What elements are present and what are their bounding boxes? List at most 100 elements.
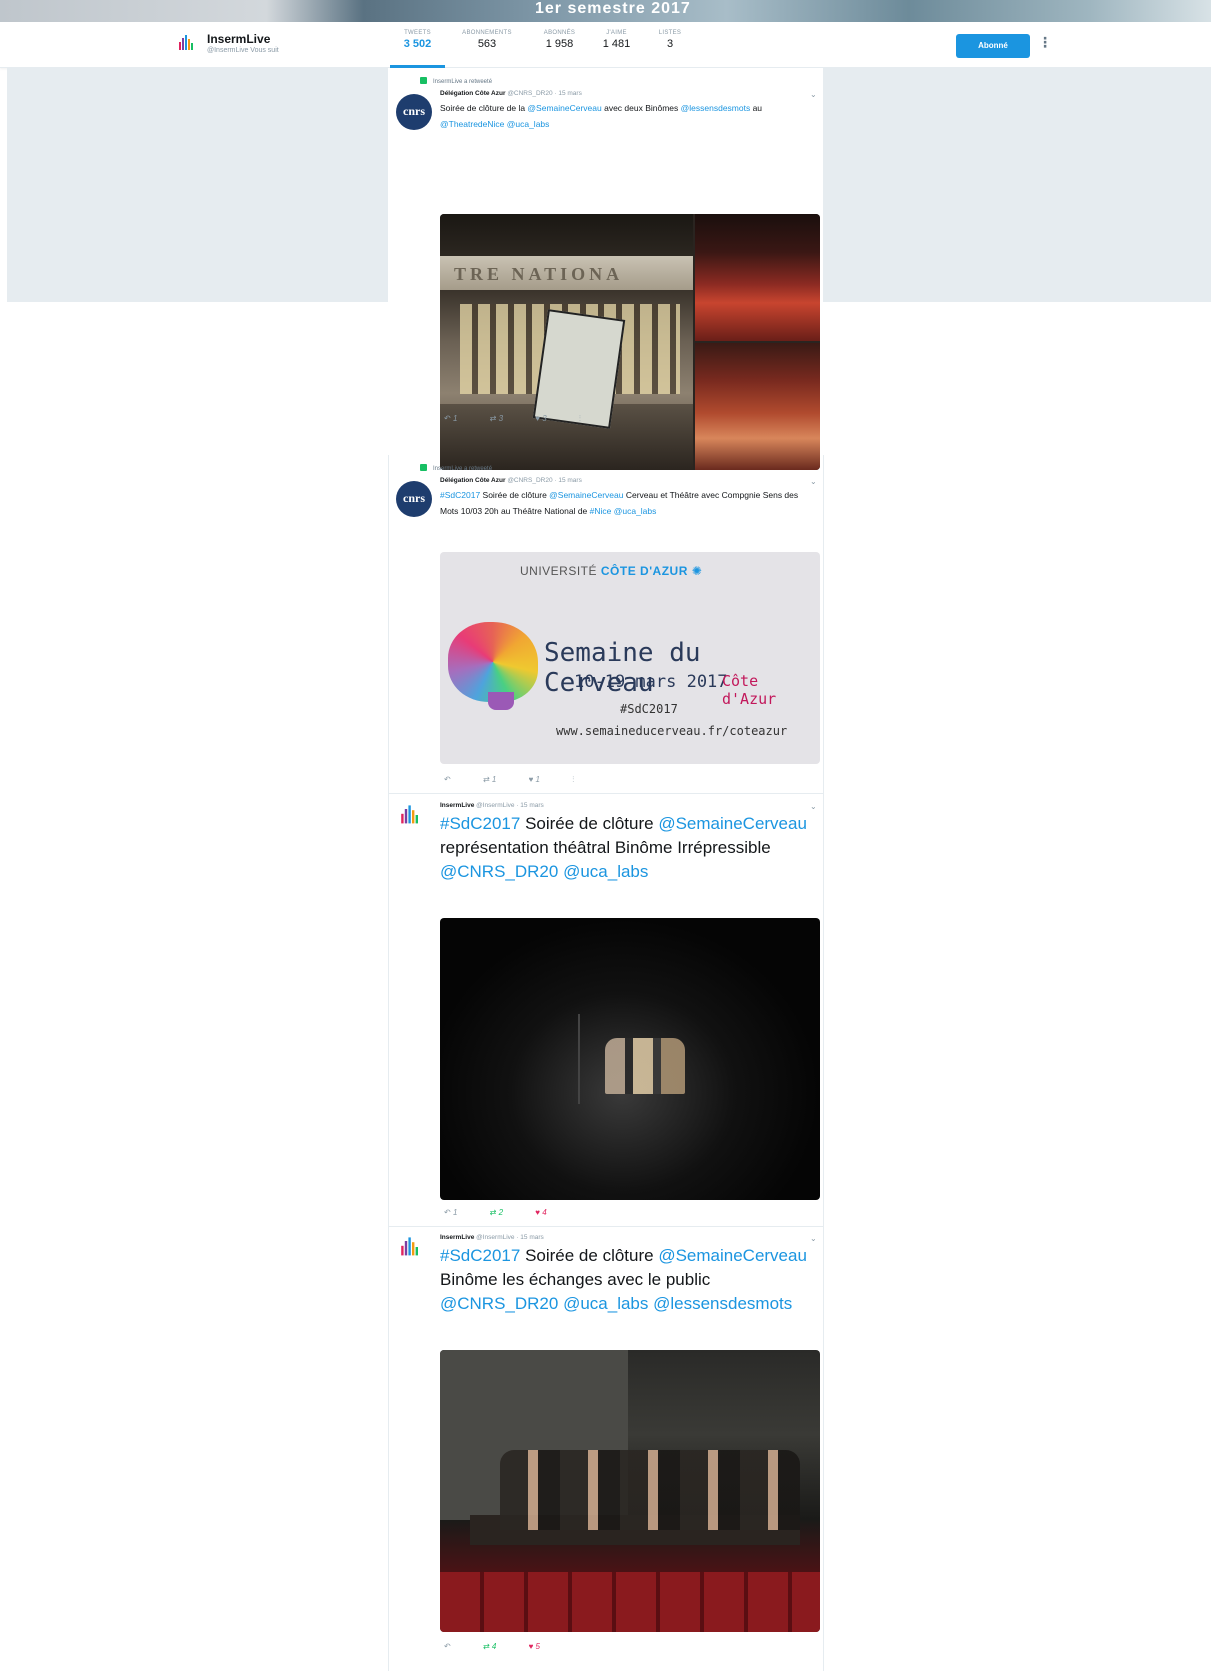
tweet-meta: @InsermLive · 15 mars (476, 1234, 544, 1241)
chevron-down-icon[interactable]: ⌄ (810, 477, 817, 486)
like-button[interactable]: ♥ 5 (529, 1642, 540, 1651)
stat-value: 1 481 (602, 38, 631, 50)
retweet-button[interactable]: ⇄ 2 (490, 1208, 503, 1217)
stat-label: ABONNEMENTS (462, 30, 512, 36)
reply-button[interactable]: ↶ 1 (444, 414, 457, 423)
avatar[interactable]: cnrs (396, 94, 432, 130)
stat-abonnes[interactable]: ABONNÉS 1 958 (532, 30, 587, 50)
avatar[interactable]: cnrs (396, 481, 432, 517)
stat-value: 563 (477, 38, 497, 50)
mention-link[interactable]: @lessensdesmots (681, 103, 751, 113)
stat-tweets[interactable]: TWEETS 3 502 (390, 30, 445, 50)
author-name[interactable]: InsermLive (440, 802, 474, 809)
tweet[interactable]: InsermLive a retweeté cnrs Délégation Cô… (388, 68, 823, 470)
stat-value: 3 502 (403, 38, 432, 50)
retweet-button[interactable]: ⇄ 3 (490, 414, 503, 423)
tweet-actions: ↶ ⇄ 4 ♥ 5 (444, 1642, 570, 1651)
reply-button[interactable]: ↶ 1 (444, 1208, 457, 1217)
divider (388, 793, 823, 794)
tweet-meta: @CNRS_DR20 · 15 mars (507, 90, 582, 97)
retweet-context: InsermLive a retweeté (420, 77, 492, 85)
tweet-card-image[interactable]: UNIVERSITÉ CÔTE D'AZUR ✺ Semaine du Cerv… (440, 552, 820, 764)
reply-button[interactable]: ↶ (444, 1642, 451, 1651)
stat-label: ABONNÉS (543, 30, 576, 36)
brain-stem (488, 692, 514, 710)
retweet-icon (420, 464, 427, 471)
profile-navbar: InsermLive @InsermLive Vous suit TWEETS … (0, 22, 1211, 68)
retweet-button[interactable]: ⇄ 1 (483, 775, 496, 784)
tweet[interactable]: InsermLive @InsermLive · 15 mars ⌄ #SdC2… (388, 1230, 823, 1671)
mention-link[interactable]: @TheatredeNice @uca_labs (440, 119, 549, 129)
reply-button[interactable]: ↶ (444, 775, 451, 784)
mention-link[interactable]: @SemaineCerveau (549, 490, 623, 500)
tweet-photo[interactable] (440, 1350, 820, 1632)
hashtag-link[interactable]: #SdC2017 (440, 814, 520, 833)
like-button[interactable]: ♥ 1 (529, 775, 540, 784)
retweet-context: InsermLive a retweeté (420, 464, 492, 472)
author-name[interactable]: InsermLive (440, 1234, 474, 1241)
mention-link[interactable]: @CNRS_DR20 @uca_labs @lessensdesmots (440, 1294, 792, 1313)
retweet-icon (420, 77, 427, 84)
inserm-avatar-icon[interactable] (400, 804, 424, 826)
mention-link[interactable]: @SemaineCerveau (527, 103, 601, 113)
follow-button[interactable]: Abonné (956, 34, 1030, 58)
chevron-down-icon[interactable]: ⌄ (810, 1234, 817, 1243)
stat-value: 1 958 (545, 38, 574, 50)
brain-illustration (448, 622, 538, 702)
tweet-actions: ↶ 1 ⇄ 3 ♥ 3 ⫶ (444, 414, 611, 424)
card-url: www.semaineducerveau.fr/coteazur (556, 724, 788, 738)
tweet-header: InsermLive @InsermLive · 15 mars (440, 802, 544, 809)
author-name[interactable]: Délégation Côte Azur (440, 90, 506, 97)
analytics-icon[interactable]: ⫶ (579, 414, 581, 424)
inserm-logo-icon (179, 35, 193, 50)
retweet-button[interactable]: ⇄ 4 (483, 1642, 496, 1651)
mention-link[interactable]: @SemaineCerveau (658, 814, 807, 833)
tweet-header: InsermLive @InsermLive · 15 mars (440, 1234, 544, 1241)
stat-listes[interactable]: LISTES 3 (650, 30, 690, 50)
stat-value: 3 (666, 38, 674, 50)
card-dates: 10-19 mars 2017 (574, 672, 728, 692)
divider (823, 455, 824, 1671)
tweet-text: Soirée de clôture de la @SemaineCerveau … (440, 103, 763, 129)
more-options-icon[interactable]: ⋮ (1038, 34, 1052, 51)
tweet[interactable]: InsermLive a retweeté cnrs Délégation Cô… (388, 455, 823, 795)
profile-name[interactable]: InsermLive (207, 32, 270, 46)
card-region: Côte d'Azur (722, 672, 777, 708)
hashtag-link[interactable]: #SdC2017 (440, 1246, 520, 1265)
hashtag-link[interactable]: #SdC2017 (440, 490, 480, 500)
divider (388, 1226, 823, 1227)
chevron-down-icon[interactable]: ⌄ (810, 90, 817, 99)
tweet-photo[interactable]: TRE NATIONA (440, 214, 820, 470)
tweet-meta: @InsermLive · 15 mars (476, 802, 544, 809)
mention-link[interactable]: @SemaineCerveau (658, 1246, 807, 1265)
page-background-left (7, 68, 388, 302)
hashtag-link[interactable]: #Nice @uca_labs (590, 506, 657, 516)
tweet-photo[interactable] (440, 918, 820, 1200)
page-background-right (823, 68, 1211, 302)
stat-label: LISTES (658, 30, 682, 36)
profile-banner: 1er semestre 2017 (0, 0, 1211, 22)
stat-label: TWEETS (404, 30, 431, 36)
stat-label: J'AIME (606, 30, 627, 36)
author-name[interactable]: Délégation Côte Azur (440, 477, 506, 484)
tweet-header: Délégation Côte Azur @CNRS_DR20 · 15 mar… (440, 477, 582, 484)
stat-jaime[interactable]: J'AIME 1 481 (594, 30, 639, 50)
tweet-text: #SdC2017 Soirée de clôture @SemaineCerve… (440, 814, 807, 881)
like-button[interactable]: ♥ 3 (535, 414, 546, 423)
tweet-header: Délégation Côte Azur @CNRS_DR20 · 15 mar… (440, 90, 582, 97)
like-button[interactable]: ♥ 4 (535, 1208, 546, 1217)
tweet-meta: @CNRS_DR20 · 15 mars (507, 477, 582, 484)
tweet-text: #SdC2017 Soirée de clôture @SemaineCerve… (440, 1246, 807, 1313)
mention-link[interactable]: @CNRS_DR20 @uca_labs (440, 862, 648, 881)
card-hashtag: #SdC2017 (620, 702, 678, 716)
tweet-text: #SdC2017 Soirée de clôture @SemaineCerve… (440, 490, 799, 516)
tweet-actions: ↶ ⇄ 1 ♥ 1 ⫶ (444, 775, 604, 785)
inserm-avatar-icon[interactable] (400, 1236, 424, 1258)
tweet-actions: ↶ 1 ⇄ 2 ♥ 4 (444, 1208, 577, 1217)
university-logo-text: UNIVERSITÉ CÔTE D'AZUR ✺ (520, 564, 703, 578)
stat-abonnements[interactable]: ABONNEMENTS 563 (452, 30, 522, 50)
banner-title: 1er semestre 2017 (535, 0, 691, 17)
analytics-icon[interactable]: ⫶ (572, 775, 574, 785)
chevron-down-icon[interactable]: ⌄ (810, 802, 817, 811)
tweet[interactable]: InsermLive @InsermLive · 15 mars ⌄ #SdC2… (388, 798, 823, 1228)
